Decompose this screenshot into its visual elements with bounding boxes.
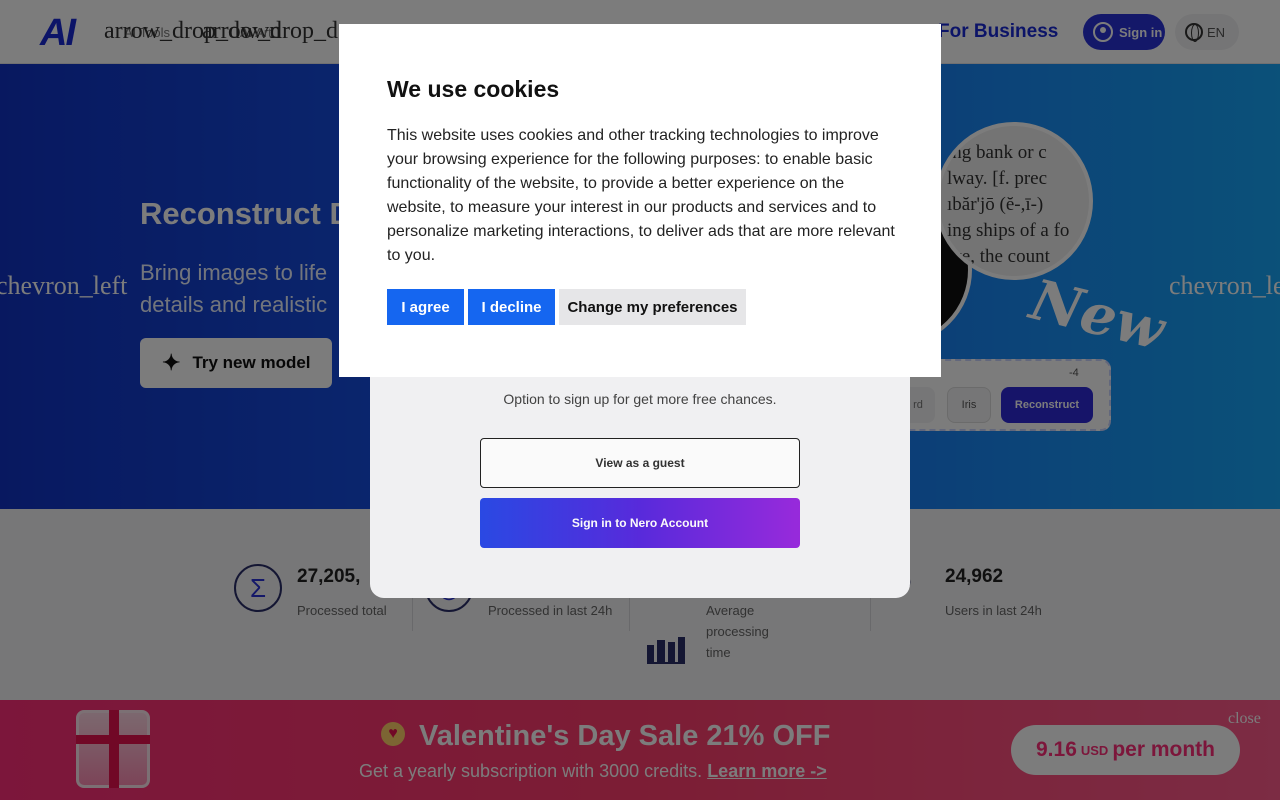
cookie-decline-button[interactable]: I decline	[468, 289, 555, 325]
cookie-preferences-button[interactable]: Change my preferences	[559, 289, 746, 325]
cookie-agree-button[interactable]: I agree	[387, 289, 464, 325]
cookie-body: This website uses cookies and other trac…	[387, 127, 895, 264]
cookie-title: We use cookies	[387, 76, 560, 102]
cookie-consent-dialog: We use cookies This website uses cookies…	[339, 24, 941, 377]
